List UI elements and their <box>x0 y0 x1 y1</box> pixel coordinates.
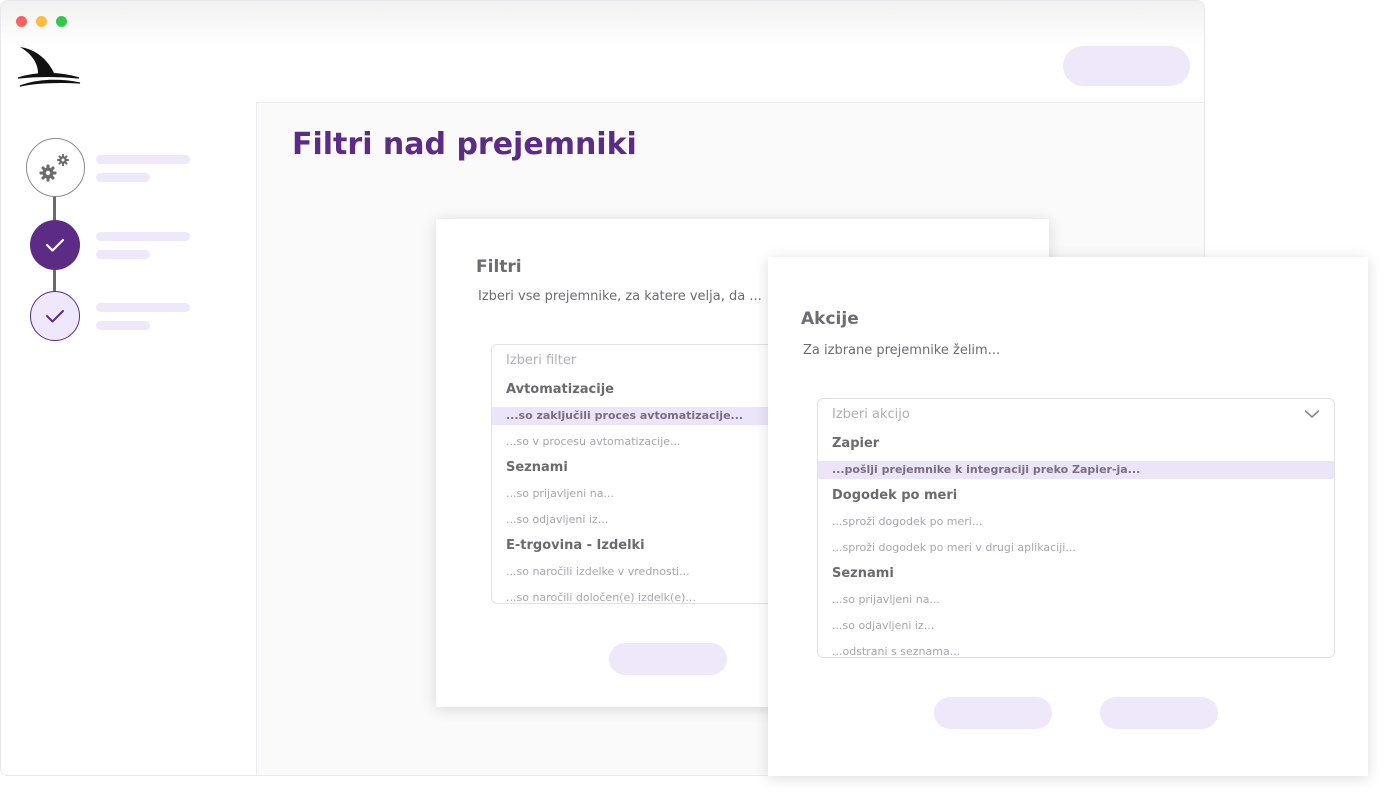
step-sublabel-placeholder <box>96 173 150 182</box>
filters-card-title: Filtri <box>476 257 522 277</box>
filter-options-list: Avtomatizacije ...so zaključili proces a… <box>492 377 810 603</box>
step-active[interactable] <box>30 291 80 341</box>
filter-option[interactable]: ...so zaključili proces avtomatizacije..… <box>492 407 810 425</box>
action-group-label: Zapier <box>832 436 880 451</box>
action-option[interactable]: ...odstrani s seznama... <box>818 639 1334 657</box>
filter-select-placeholder: Izberi filter <box>506 353 577 368</box>
action-option[interactable]: ...sproži dogodek po meri... <box>818 509 1334 535</box>
filter-group-label: Seznami <box>506 460 568 475</box>
action-options-list: Zapier ...pošlji prejemnike k integracij… <box>818 431 1334 657</box>
window-titlebar <box>1 1 1204 45</box>
step-connector <box>53 197 56 220</box>
step-completed[interactable] <box>30 220 80 270</box>
action-option[interactable]: ...sproži dogodek po meri v drugi aplika… <box>818 535 1334 561</box>
action-option[interactable]: ...pošlji prejemnike k integraciji preko… <box>818 461 1334 479</box>
actions-confirm-button[interactable] <box>1100 697 1218 729</box>
step-settings[interactable] <box>26 138 85 197</box>
page-title: Filtri nad prejemniki <box>292 127 637 162</box>
maximize-window-button[interactable] <box>56 16 67 27</box>
step-label-placeholder <box>96 303 190 312</box>
gears-icon <box>39 154 69 182</box>
filter-group-label: E-trgovina - Izdelki <box>506 538 645 553</box>
action-select[interactable]: Izberi akcijo Zapier ...pošlji prejemnik… <box>817 398 1335 658</box>
step-label-placeholder <box>96 155 190 164</box>
actions-back-button[interactable] <box>934 697 1052 729</box>
filter-option[interactable]: ...so odjavljeni iz... <box>492 507 810 533</box>
chevron-down-icon[interactable] <box>1304 408 1320 420</box>
check-icon <box>46 310 64 323</box>
action-select-placeholder: Izberi akcijo <box>832 407 910 422</box>
filter-option[interactable]: ...so v procesu avtomatizacije... <box>492 429 810 455</box>
filter-group-label: Avtomatizacije <box>506 382 614 397</box>
step-sublabel-placeholder <box>96 250 150 259</box>
filters-card-subtitle: Izberi vse prejemnike, za katere velja, … <box>478 289 762 304</box>
close-window-button[interactable] <box>16 16 27 27</box>
filter-option[interactable]: ...so naročili določen(e) izdelk(e)... <box>492 585 810 603</box>
filter-option[interactable]: ...so prijavljeni na... <box>492 481 810 507</box>
steps-sidebar <box>1 102 257 775</box>
action-group-label: Seznami <box>832 566 894 581</box>
shark-fin-logo-icon[interactable] <box>17 45 81 89</box>
step-connector <box>53 270 56 291</box>
actions-card: Akcije Za izbrane prejemnike želim... Iz… <box>768 257 1368 776</box>
filter-option[interactable]: ...so naročili izdelke v vrednosti... <box>492 559 810 585</box>
check-icon <box>45 238 65 252</box>
actions-card-subtitle: Za izbrane prejemnike želim... <box>803 343 1001 358</box>
step-sublabel-placeholder <box>96 321 150 330</box>
action-group-label: Dogodek po meri <box>832 488 958 503</box>
filters-confirm-button[interactable] <box>609 643 727 675</box>
app-header <box>1 45 1204 103</box>
action-option[interactable]: ...so prijavljeni na... <box>818 587 1334 613</box>
minimize-window-button[interactable] <box>36 16 47 27</box>
filter-select[interactable]: Izberi filter Avtomatizacije ...so zaklj… <box>491 344 811 604</box>
header-action-button[interactable] <box>1063 46 1190 86</box>
action-option[interactable]: ...so odjavljeni iz... <box>818 613 1334 639</box>
actions-card-title: Akcije <box>801 309 859 329</box>
step-label-placeholder <box>96 232 190 241</box>
